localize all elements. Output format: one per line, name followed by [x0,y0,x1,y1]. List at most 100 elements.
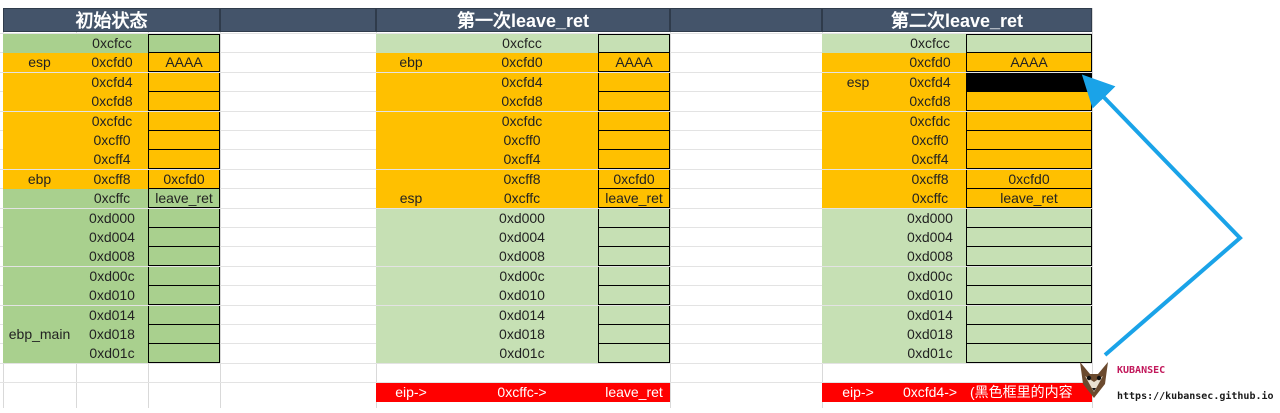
row-label [3,34,76,53]
row-label [822,169,894,189]
row-label [822,131,894,150]
row-label [3,92,76,112]
stack-address: 0xcfdc [446,111,598,131]
stack-value [148,228,220,247]
row-label [3,208,76,228]
stack-address: 0xd014 [76,305,148,325]
stack-address: 0xd00c [76,266,148,286]
stack-value [598,150,670,170]
row-label: ebp [3,169,76,189]
row-label [822,286,894,306]
stack-address: 0xd00c [446,266,598,286]
stack-value [598,266,670,286]
stack-address: 0xd000 [894,208,966,228]
header-spacer-1 [220,8,376,32]
stack-address: 0xcffc [76,189,148,209]
stack-value [598,344,670,364]
row-label [376,111,446,131]
panel-title-first-leave-ret: 第一次leave_ret [376,8,670,32]
stack-address: 0xcfd8 [76,92,148,112]
stack-value [966,228,1092,247]
stack-value [598,247,670,267]
stack-address: 0xcfd0 [446,53,598,73]
row-label [376,92,446,112]
row-label [376,325,446,344]
eip-value: (黑色框里的内容 [966,383,1092,403]
stack-value [598,34,670,53]
row-label: esp [3,53,76,73]
stack-value [148,325,220,344]
stack-value [148,150,220,170]
row-label [822,189,894,209]
stack-value [598,111,670,131]
watermark-url: https://kubansec.github.io [1117,391,1274,402]
stack-address: 0xd008 [446,247,598,267]
row-label [3,72,76,92]
row-label [3,131,76,150]
stack-address: 0xcfcc [76,34,148,53]
row-label [822,34,894,53]
row-label [3,344,76,364]
stack-address: 0xd008 [76,247,148,267]
stack-address: 0xd004 [76,228,148,247]
row-label [3,228,76,247]
stack-address: 0xcfcc [446,34,598,53]
stack-address: 0xcffc [894,189,966,209]
stack-value [966,34,1092,53]
watermark-name: KUBANSEC [1117,365,1166,376]
eip-value: leave_ret [598,383,670,403]
stack-value [598,305,670,325]
row-label [822,150,894,170]
row-label [822,266,894,286]
header-spacer-2 [670,8,822,32]
stack-address: 0xd01c [446,344,598,364]
stack-value: leave_ret [966,189,1092,209]
stack-value [966,111,1092,131]
eip-address: 0xcffc-> [446,383,598,403]
stack-address: 0xcfd8 [894,92,966,112]
stack-address: 0xd010 [446,286,598,306]
row-label: esp [822,72,894,92]
row-label [376,131,446,150]
row-label [822,53,894,73]
row-label: esp [376,189,446,209]
stack-value [148,34,220,53]
stack-value [148,344,220,364]
stack-value [598,325,670,344]
stack-value [148,208,220,228]
stack-value [598,208,670,228]
row-label [3,150,76,170]
stack-value [966,150,1092,170]
stack-address: 0xd014 [446,305,598,325]
stack-address: 0xd008 [894,247,966,267]
stack-value [966,286,1092,306]
row-label: ebp_main [3,325,76,344]
stack-address: 0xcff4 [446,150,598,170]
stack-address: 0xcff4 [76,150,148,170]
stack-value [966,208,1092,228]
grid-column-line [1092,8,1093,408]
stack-address: 0xcfcc [894,34,966,53]
stack-value [148,111,220,131]
row-label [376,344,446,364]
stack-value [966,305,1092,325]
stack-address: 0xd018 [446,325,598,344]
stack-address: 0xcff8 [894,169,966,189]
row-label [822,111,894,131]
row-label [822,92,894,112]
row-label: ebp [376,53,446,73]
row-label [3,266,76,286]
stack-value: 0xcfd0 [148,169,220,189]
row-label [376,208,446,228]
stack-address: 0xd000 [76,208,148,228]
stack-value: 0xcfd0 [966,169,1092,189]
row-label [376,286,446,306]
stack-address: 0xcfd4 [446,72,598,92]
stack-value: AAAA [966,53,1092,73]
stack-value [966,131,1092,150]
stack-address: 0xcfd4 [76,72,148,92]
stack-value [966,344,1092,364]
stack-value [598,72,670,92]
row-label [822,344,894,364]
row-label [376,150,446,170]
